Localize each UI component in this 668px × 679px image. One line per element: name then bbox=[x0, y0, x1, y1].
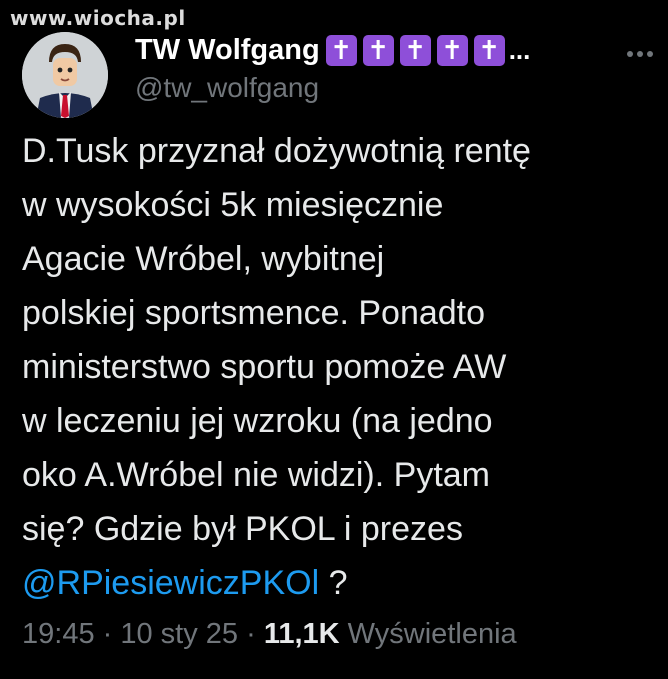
avatar[interactable] bbox=[22, 32, 108, 118]
tweet-meta: 19:45 · 10 sty 25 · 11,1K Wyświetlenia bbox=[22, 618, 517, 651]
avatar-figure-icon bbox=[22, 32, 108, 118]
mention-suffix: ? bbox=[319, 564, 348, 602]
meta-separator: · bbox=[94, 618, 121, 650]
meta-separator: · bbox=[238, 618, 264, 650]
tweet-date[interactable]: 10 sty 25 bbox=[120, 618, 238, 650]
tweet-text-line: w wysokości 5k miesięcznie bbox=[22, 186, 444, 224]
tweet-text-line-last: @RPiesiewiczPKOl ? bbox=[22, 556, 662, 610]
cross-badge-icon: ✝ bbox=[325, 34, 357, 66]
cross-badge-icon: ✝ bbox=[362, 34, 394, 66]
author-name-row: TW Wolfgang ✝ ✝ ✝ ✝ ✝ ... bbox=[135, 30, 658, 70]
cross-badge-icon: ✝ bbox=[436, 34, 468, 66]
more-options-icon[interactable] bbox=[626, 44, 654, 64]
tweet-time[interactable]: 19:45 bbox=[22, 618, 95, 650]
mention-link[interactable]: @RPiesiewiczPKOl bbox=[22, 564, 319, 602]
tweet-text-line: się? Gdzie był PKOL i prezes bbox=[22, 510, 463, 548]
tweet-text-line: ministerstwo sportu pomoże AW bbox=[22, 348, 507, 386]
tweet-text-line: w leczeniu jej wzroku (na jedno bbox=[22, 402, 493, 440]
cross-badge-icon: ✝ bbox=[399, 34, 431, 66]
cross-badge-icon: ✝ bbox=[473, 34, 505, 66]
tweet-text: D.Tusk przyznał dożywotnią rentę w wysok… bbox=[22, 124, 662, 610]
tweet-text-line: polskiej sportsmence. Ponadto bbox=[22, 294, 486, 332]
tweet-text-line: Agacie Wróbel, wybitnej bbox=[22, 240, 385, 278]
views-label: Wyświetlenia bbox=[339, 618, 517, 650]
tweet-text-line: D.Tusk przyznał dożywotnią rentę bbox=[22, 132, 531, 170]
tweet-text-line: oko A.Wróbel nie widzi). Pytam bbox=[22, 456, 490, 494]
name-truncation: ... bbox=[508, 34, 531, 65]
tweet-header: TW Wolfgang ✝ ✝ ✝ ✝ ✝ ... @tw_wolfgang bbox=[135, 30, 658, 104]
author-display-name[interactable]: TW Wolfgang bbox=[135, 34, 320, 67]
site-watermark: www.wiocha.pl bbox=[10, 6, 186, 30]
author-handle[interactable]: @tw_wolfgang bbox=[135, 72, 658, 104]
views-count[interactable]: 11,1K bbox=[264, 618, 340, 650]
